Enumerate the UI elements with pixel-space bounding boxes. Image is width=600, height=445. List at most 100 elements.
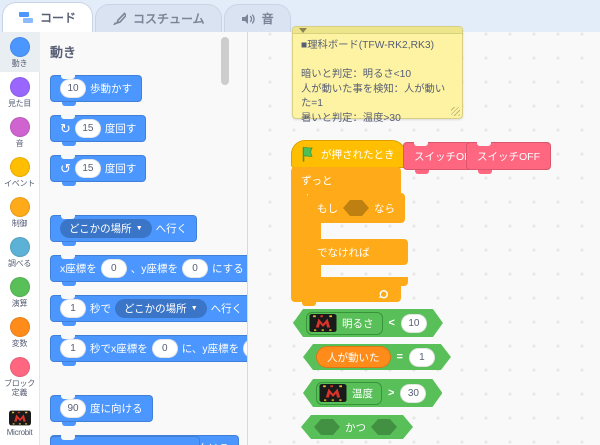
number-input[interactable]: 90 bbox=[60, 399, 86, 418]
events-category-icon bbox=[9, 157, 30, 177]
looks-category-icon bbox=[9, 77, 30, 97]
palette-block[interactable]: ↻ 15 度回す bbox=[50, 115, 147, 146]
category-label: 音 bbox=[15, 139, 24, 148]
if-block-bottom-arm[interactable] bbox=[307, 277, 408, 290]
code-blocks-icon bbox=[19, 11, 34, 25]
palette-block[interactable]: 1 秒で どこかの場所 ▼ へ行く bbox=[50, 295, 247, 326]
category-variables[interactable]: 変数 bbox=[0, 312, 40, 352]
comment-title-bar[interactable] bbox=[293, 27, 462, 34]
forever-block-bottom-arm[interactable] bbox=[291, 286, 401, 306]
motion-threshold-input[interactable]: 1 bbox=[409, 348, 435, 367]
green-flag-icon bbox=[302, 146, 313, 162]
palette-block[interactable]: ↺ 15 度回す bbox=[50, 155, 147, 186]
category-events[interactable]: イベント bbox=[0, 152, 40, 192]
switch-on-label: スイッチON bbox=[414, 150, 472, 163]
category-label: イベント bbox=[4, 179, 35, 188]
switch-off-block[interactable]: スイッチOFF bbox=[466, 142, 551, 174]
number-input[interactable]: 0 bbox=[151, 339, 178, 358]
tab-costumes[interactable]: コスチューム bbox=[95, 4, 222, 32]
brightness-less-than-block[interactable]: 明るさ < 10 bbox=[293, 309, 443, 337]
number-input[interactable]: 10 bbox=[60, 79, 86, 98]
temperature-threshold-input[interactable]: 30 bbox=[400, 384, 426, 403]
block-label: へ行く bbox=[210, 303, 243, 315]
block-label: 、y座標を bbox=[130, 263, 178, 275]
category-control[interactable]: 制御 bbox=[0, 192, 40, 232]
comment-resize-handle[interactable] bbox=[451, 107, 460, 116]
forever-block-spine[interactable] bbox=[291, 193, 307, 286]
equals-operator: = bbox=[396, 351, 403, 363]
brightness-reporter[interactable]: 明るさ bbox=[306, 312, 383, 335]
if-label: もし bbox=[317, 202, 338, 215]
brush-icon bbox=[112, 11, 128, 26]
palette-scrollbar[interactable] bbox=[221, 37, 229, 85]
number-input[interactable]: 15 bbox=[74, 119, 101, 138]
category-label: 演算 bbox=[11, 299, 28, 308]
palette-header: 動き bbox=[50, 45, 77, 60]
tab-code[interactable]: コード bbox=[2, 2, 94, 32]
switch-off-label: スイッチOFF bbox=[477, 150, 540, 163]
palette-block[interactable]: x座標を 0 、y座標を 0 にする bbox=[50, 255, 247, 286]
category-microbit-extension[interactable]: Microbit bbox=[0, 405, 40, 441]
category-motion[interactable]: 動き bbox=[0, 32, 40, 72]
brightness-label: 明るさ bbox=[342, 317, 374, 330]
dropdown[interactable]: どこかの場所 ▼ bbox=[115, 299, 207, 318]
control-category-icon bbox=[9, 197, 30, 217]
and-right-slot[interactable] bbox=[371, 419, 397, 435]
microbit-category-label: Microbit bbox=[6, 428, 33, 437]
block-label: 度回す bbox=[104, 123, 137, 135]
number-input[interactable]: 1 bbox=[60, 339, 86, 358]
block-palette: 動き 10 歩動かす ↻ 15 度回す ↺ 15 度回す どこかの場所 ▼ へ行く x座標を 0 、y座標… bbox=[40, 32, 248, 445]
palette-block[interactable]: 90 度に向ける bbox=[50, 395, 153, 426]
dropdown[interactable]: どこかの場所 ▼ bbox=[60, 219, 152, 238]
number-input[interactable]: 0 bbox=[100, 259, 127, 278]
sound-category-icon bbox=[9, 117, 30, 137]
block-label: 歩動かす bbox=[90, 83, 132, 95]
and-left-slot[interactable] bbox=[314, 419, 340, 435]
palette-block[interactable]: 10 歩動かす bbox=[50, 75, 142, 106]
if-then-block-top[interactable]: もし なら bbox=[307, 193, 405, 223]
when-flag-clicked-block[interactable]: が押されたとき bbox=[291, 140, 406, 172]
category-operators[interactable]: 演算 bbox=[0, 272, 40, 312]
else-block-bar[interactable]: でなければ bbox=[307, 239, 408, 265]
motion-variable-label: 人が動いた bbox=[327, 351, 380, 364]
number-input[interactable]: 15 bbox=[74, 159, 101, 178]
science-board-icon bbox=[309, 314, 337, 332]
hat-block-label: が押されたとき bbox=[321, 148, 395, 161]
variables-category-icon bbox=[9, 317, 30, 337]
motion-equals-block[interactable]: 人が動いた = 1 bbox=[303, 344, 451, 370]
forever-block-top[interactable]: ずっと bbox=[291, 167, 401, 194]
block-label: に、y座標を bbox=[181, 343, 240, 355]
turn-left-icon: ↺ bbox=[60, 161, 71, 176]
category-myblocks[interactable]: ブロック定義 bbox=[0, 352, 40, 401]
block-label: 度回す bbox=[104, 163, 137, 175]
category-label: 動き bbox=[11, 59, 28, 68]
chevron-down-icon: ▼ bbox=[135, 225, 143, 232]
number-input[interactable]: 0 bbox=[182, 259, 208, 278]
motion-variable-reporter[interactable]: 人が動いた bbox=[316, 346, 391, 368]
category-sensing[interactable]: 調べる bbox=[0, 232, 40, 272]
number-input[interactable]: 1 bbox=[60, 299, 86, 318]
comment-collapse-icon[interactable] bbox=[299, 28, 307, 33]
condition-slot[interactable] bbox=[343, 200, 369, 216]
else-label: でなければ bbox=[317, 246, 370, 259]
science-board-icon bbox=[319, 384, 347, 402]
and-operator-block[interactable]: かつ bbox=[301, 415, 413, 439]
chevron-down-icon: ▼ bbox=[190, 305, 198, 312]
script-comment[interactable]: ■理科ボード(TFW-RK2,RK3) 暗いと判定：明るさ<10 人が動いた事を… bbox=[292, 26, 463, 124]
palette-block[interactable]: 1秒でx座標を0に、y座標を0 bbox=[50, 335, 247, 366]
palette-block[interactable]: どこかの場所 ▼ へ行く bbox=[50, 215, 198, 246]
tab-code-label: コード bbox=[40, 11, 77, 25]
category-sound[interactable]: 音 bbox=[0, 112, 40, 152]
category-looks[interactable]: 見た目 bbox=[0, 72, 40, 112]
loop-arrow-icon bbox=[379, 290, 388, 299]
temperature-greater-than-block[interactable]: 温度 > 30 bbox=[303, 379, 442, 407]
temperature-reporter[interactable]: 温度 bbox=[316, 382, 382, 405]
then-label: なら bbox=[374, 202, 395, 215]
category-label: 変数 bbox=[11, 339, 28, 348]
temperature-label: 温度 bbox=[352, 387, 373, 400]
brightness-threshold-input[interactable]: 10 bbox=[401, 314, 427, 333]
tab-sounds[interactable]: 音 bbox=[223, 4, 291, 32]
block-label: 秒で bbox=[90, 303, 111, 315]
category-label: 見た目 bbox=[7, 99, 32, 108]
palette-block-partial[interactable] bbox=[50, 436, 200, 445]
